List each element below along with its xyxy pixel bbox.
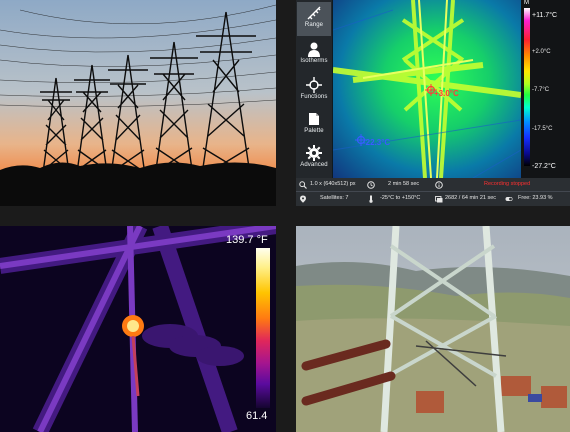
thermal-image-viewport[interactable]: +3.0°C -22.3°C [333,0,521,178]
sidebar-item-label: Isotherms [300,58,328,64]
sunset-pylons-photo [0,0,276,206]
hot-spot-temperature: +3.0°C [434,89,459,98]
scale-mid3: -17.5°C [532,126,553,132]
range-icon [307,6,321,20]
sidebar-item-range[interactable]: Range [297,2,331,36]
location-pin-icon [300,195,306,203]
infrared-closeup-view: 139.7 °F 61.4 [0,226,276,432]
magnifier-icon [299,181,307,189]
daylight-scene [296,226,570,432]
sunset-scene [0,0,276,206]
zoom-label: 1.0 x (640x512) px [310,181,356,187]
timer-icon [367,181,375,189]
thermometer-icon [369,195,373,203]
sidebar-item-label: Advanced [300,162,328,168]
timer-info[interactable]: 2 min 58 sec [364,178,432,191]
sidebar-item-palette[interactable]: Palette [297,108,331,142]
infrared-scene [0,226,276,432]
temp-range-info[interactable]: -25°C to +150°C [364,192,432,205]
camera-info-bar: 1.0 x (640x512) px 2 min 58 sec Recordin… [296,178,570,206]
camera-sidebar: Range Isotherms Functions Palette Advanc… [296,0,332,178]
info-icon [435,181,443,189]
images-icon [435,196,443,203]
gps-info[interactable]: Satellites: 7 [296,192,364,205]
palette-icon [309,113,319,125]
temp-range-label: -25°C to +150°C [380,195,421,201]
scale-gradient [524,8,530,166]
scale-marker: M [524,0,529,6]
ir-scale-min: 61.4 [246,410,268,422]
storage-info[interactable]: 2682 / 64 min 21 sec [432,192,502,205]
gear-icon [306,145,322,161]
recording-status-label: Recording stopped [484,181,531,187]
sidebar-item-functions[interactable]: Functions [297,74,331,108]
timer-label: 2 min 58 sec [388,181,420,187]
satellites-label: Satellites: 7 [320,195,349,201]
toggle-icon [505,197,513,201]
scale-max: +11.7°C [532,12,558,19]
scale-min: -27.2°C [532,163,556,170]
ir-scale-max: 139.7 °F [226,234,268,246]
sidebar-item-label: Range [304,22,324,28]
sidebar-item-advanced[interactable]: Advanced [297,142,331,176]
storage-label: 2682 / 64 min 21 sec [445,195,497,201]
cold-spot-temperature: -22.3°C [363,138,391,147]
scale-mid1: +2.0°C [532,49,551,55]
temperature-scale[interactable]: M +11.7°C +2.0°C -7.7°C -17.5°C -27.2°C [521,0,570,178]
thermal-camera-ui: Range Isotherms Functions Palette Advanc… [296,0,570,206]
functions-icon [306,77,322,93]
sidebar-item-label: Functions [300,94,328,100]
sidebar-item-label: Palette [304,128,324,134]
daylight-pylon-photo [296,226,570,432]
isotherms-icon [308,42,320,57]
ir-scale-gradient [256,248,270,408]
free-space-info[interactable]: Free: 23.93 % [502,192,570,205]
zoom-info[interactable]: 1.0 x (640x512) px [296,178,364,191]
recording-status[interactable]: Recording stopped [432,178,570,191]
free-space-label: Free: 23.93 % [518,195,553,201]
scale-mid2: -7.7°C [532,87,550,93]
sidebar-item-isotherms[interactable]: Isotherms [297,38,331,72]
